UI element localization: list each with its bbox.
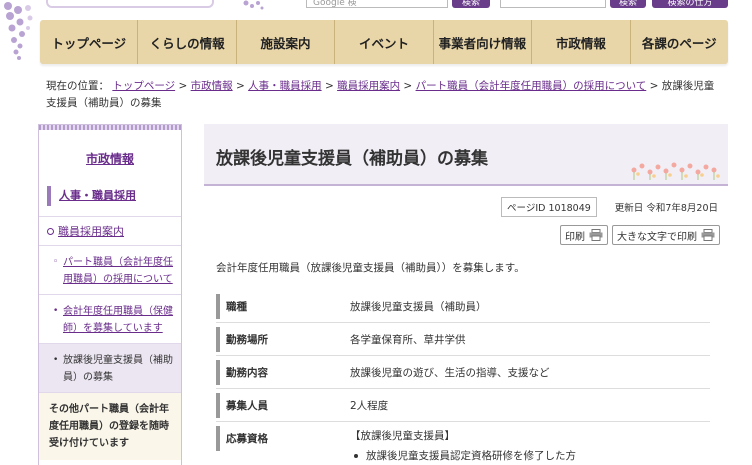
qualification-text: 放課後児童支援員認定資格研修を修了した方 bbox=[366, 450, 576, 462]
table-row: 勤務場所 各学童保育所、草井学供 bbox=[216, 323, 710, 356]
table-row: 募集人員 2人程度 bbox=[216, 389, 710, 422]
nav-item-events[interactable]: イベント bbox=[335, 20, 434, 64]
sidebar-heading-link[interactable]: 市政情報 bbox=[86, 150, 134, 167]
breadcrumb-link-personnel[interactable]: 人事・職員採用 bbox=[248, 80, 322, 92]
bullet-dot-icon bbox=[354, 454, 358, 458]
breadcrumb-separator: > bbox=[175, 80, 191, 92]
sidebar-item-recruit[interactable]: 職員採用案内 bbox=[39, 217, 181, 245]
bullet-icon: • bbox=[53, 306, 59, 316]
circle-bullet-icon bbox=[47, 227, 54, 235]
updated-date: 更新日 令和7年8月20日 bbox=[614, 203, 718, 214]
sidebar-item-label: 職員採用案内 bbox=[58, 225, 124, 238]
sidebar-item-label: 会計年度任用職員（保健師）を募集しています bbox=[63, 306, 173, 334]
table-row-value: 放課後児童支援員（補助員） bbox=[350, 300, 487, 313]
page-title: 放課後児童支援員（補助員）の募集 bbox=[216, 149, 488, 169]
sidebar-subheading-link[interactable]: 人事・職員採用 bbox=[47, 186, 173, 206]
breadcrumb-separator: > bbox=[232, 80, 249, 92]
recruitment-info-table: 職種 放課後児童支援員（補助員） 勤務場所 各学童保育所、草井学供 勤務内容 放… bbox=[216, 290, 710, 465]
google-search-button[interactable]: 検索 bbox=[452, 0, 490, 8]
breadcrumb-link-part-time[interactable]: パート職員（会計年度任用職員）の採用について bbox=[416, 80, 647, 92]
sidebar-item-label: 放課後児童支援員（補助員）の募集 bbox=[63, 355, 173, 383]
breadcrumb-link-recruit[interactable]: 職員採用案内 bbox=[337, 80, 400, 92]
table-row: 応募資格 【放課後児童支援員】 放課後児童支援員認定資格研修を修了した方 bbox=[216, 422, 710, 465]
sidebar-other-section[interactable]: その他パート職員（会計年度任用職員）の登録を随時受け付けています bbox=[39, 392, 181, 460]
bullet-icon: • bbox=[53, 355, 59, 365]
table-row-key: 応募資格 bbox=[216, 426, 350, 451]
page-id: ページID 1018049 bbox=[501, 197, 597, 217]
table-row-key: 募集人員 bbox=[216, 392, 350, 418]
breadcrumb: 現在の位置： トップページ > 市政情報 > 人事・職員採用 > 職員採用案内 … bbox=[46, 78, 720, 112]
print-button[interactable]: 印刷 bbox=[560, 225, 608, 245]
nav-item-departments[interactable]: 各課のページ bbox=[631, 20, 728, 64]
bullet-icon: ◦ bbox=[53, 257, 59, 267]
small-wisteria-icon bbox=[243, 0, 264, 10]
breadcrumb-separator: > bbox=[646, 80, 662, 92]
flowers-decoration-icon bbox=[631, 162, 720, 180]
site-search-input[interactable] bbox=[500, 0, 606, 8]
global-nav: トップページ くらしの情報 施設案内 イベント 事業者向け情報 市政情報 各課の… bbox=[40, 20, 728, 64]
table-row: 勤務内容 放課後児童の遊び、生活の指導、支援など bbox=[216, 356, 710, 389]
qualification-heading: 【放課後児童支援員】 bbox=[350, 430, 455, 442]
table-row: 職種 放課後児童支援員（補助員） bbox=[216, 290, 710, 323]
large-print-button-label: 大きな文字で印刷 bbox=[617, 231, 697, 243]
sidebar-item-public-health-nurse[interactable]: • 会計年度任用職員（保健師）を募集しています bbox=[39, 294, 181, 343]
search-help-button[interactable]: 検索の仕方 bbox=[652, 0, 728, 8]
nav-item-living[interactable]: くらしの情報 bbox=[138, 20, 237, 64]
large-print-button[interactable]: 大きな文字で印刷 bbox=[612, 225, 720, 245]
breadcrumb-prefix: 現在の位置： bbox=[46, 80, 109, 92]
google-search-input[interactable]: Google 検 bbox=[306, 0, 448, 8]
nav-item-facilities[interactable]: 施設案内 bbox=[237, 20, 336, 64]
qualification-bullet: 放課後児童支援員認定資格研修を修了した方 bbox=[350, 446, 576, 465]
sidebar-item-part-time[interactable]: ◦ パート職員（会計年度任用職員）の採用について bbox=[39, 245, 181, 294]
table-row-key: 職種 bbox=[216, 293, 350, 319]
site-logo[interactable] bbox=[46, 0, 214, 8]
printer-icon bbox=[701, 229, 715, 241]
nav-item-top[interactable]: トップページ bbox=[40, 20, 139, 64]
table-row-value: 【放課後児童支援員】 放課後児童支援員認定資格研修を修了した方 bbox=[350, 426, 576, 465]
sidebar-item-label: パート職員（会計年度任用職員）の採用について bbox=[63, 257, 173, 285]
sidebar: 市政情報 人事・職員採用 職員採用案内 ◦ パート職員（会計年度任用職員）の採用… bbox=[38, 124, 182, 465]
sidebar-heading: 市政情報 bbox=[39, 130, 181, 186]
breadcrumb-separator: > bbox=[400, 80, 416, 92]
table-row-value: 2人程度 bbox=[350, 399, 389, 412]
intro-text: 会計年度任用職員（放課後児童支援員（補助員））を募集します。 bbox=[216, 262, 525, 274]
nav-item-business[interactable]: 事業者向け情報 bbox=[434, 20, 533, 64]
sidebar-item-current: • 放課後児童支援員（補助員）の募集 bbox=[39, 343, 181, 392]
table-row-value: 放課後児童の遊び、生活の指導、支援など bbox=[350, 366, 550, 379]
printer-icon bbox=[589, 229, 603, 241]
nav-item-city-info[interactable]: 市政情報 bbox=[532, 20, 631, 64]
print-button-label: 印刷 bbox=[565, 231, 585, 243]
table-row-key: 勤務内容 bbox=[216, 359, 350, 385]
breadcrumb-separator: > bbox=[321, 80, 338, 92]
title-box: 放課後児童支援員（補助員）の募集 bbox=[204, 124, 728, 186]
wisteria-decoration-icon bbox=[4, 2, 33, 60]
print-actions: 印刷 大きな文字で印刷 bbox=[560, 225, 720, 245]
table-row-key: 勤務場所 bbox=[216, 326, 350, 352]
table-row-value: 各学童保育所、草井学供 bbox=[350, 333, 466, 346]
page-meta: ページID 1018049 更新日 令和7年8月20日 bbox=[501, 197, 718, 217]
breadcrumb-link-city-info[interactable]: 市政情報 bbox=[191, 80, 233, 92]
main-content: 放課後児童支援員（補助員）の募集 ページID 1018049 更新日 令和7年8… bbox=[204, 124, 728, 462]
sidebar-subheading-wrap: 人事・職員採用 bbox=[39, 186, 181, 217]
site-search-button[interactable]: 検索 bbox=[610, 0, 646, 8]
breadcrumb-link-top[interactable]: トップページ bbox=[112, 80, 175, 92]
